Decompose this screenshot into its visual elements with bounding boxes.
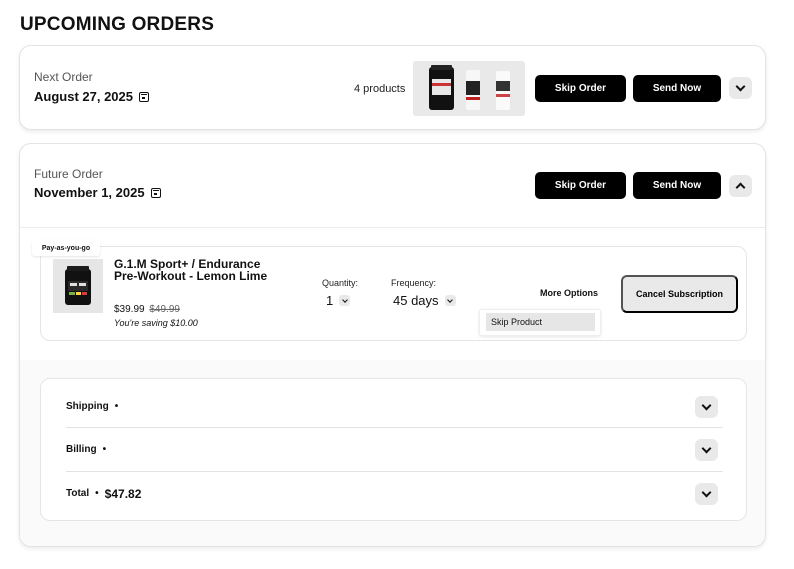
skip-product-option[interactable]: Skip Product bbox=[486, 313, 595, 331]
frequency-value: 45 days bbox=[393, 293, 439, 308]
product-thumbnails[interactable] bbox=[413, 61, 525, 116]
current-price: $39.99 bbox=[114, 304, 145, 315]
next-order-date-text: August 27, 2025 bbox=[34, 89, 133, 104]
collapse-future-order-button[interactable] bbox=[729, 175, 752, 197]
total-row[interactable]: Total • $47.82 bbox=[66, 472, 723, 515]
original-price: $49.99 bbox=[149, 304, 180, 315]
expand-next-order-button[interactable] bbox=[729, 77, 752, 99]
cancel-subscription-button[interactable]: Cancel Subscription bbox=[621, 275, 738, 313]
chevron-down-icon bbox=[701, 487, 712, 498]
future-order-date-text: November 1, 2025 bbox=[34, 185, 145, 200]
chevron-down-icon bbox=[701, 443, 712, 454]
skip-order-button[interactable]: Skip Order bbox=[535, 172, 626, 199]
billing-label: Billing bbox=[66, 444, 97, 455]
product-name[interactable]: G.1.M Sport+ / Endurance Pre-Workout - L… bbox=[114, 258, 269, 282]
order-summary: Shipping • Billing • Total • $47.82 bbox=[40, 378, 747, 521]
products-count: 4 products bbox=[354, 83, 406, 95]
calendar-icon[interactable] bbox=[150, 187, 161, 198]
product-image-graphic bbox=[53, 259, 103, 313]
product-price: $39.99 $49.99 bbox=[114, 304, 180, 315]
send-now-button[interactable]: Send Now bbox=[633, 75, 721, 102]
chevron-down-icon bbox=[444, 295, 456, 306]
expand-billing-button[interactable] bbox=[695, 439, 718, 461]
next-order-card: Next Order August 27, 2025 4 products Sk… bbox=[19, 45, 766, 130]
quantity-select[interactable]: 1 bbox=[326, 293, 351, 308]
expand-total-button[interactable] bbox=[695, 483, 718, 505]
separator-dot: • bbox=[102, 444, 107, 455]
more-options-menu: Skip Product bbox=[479, 309, 601, 336]
subscription-item: G.1.M Sport+ / Endurance Pre-Workout - L… bbox=[40, 246, 747, 341]
page-title: UPCOMING ORDERS bbox=[20, 14, 215, 35]
future-order-date: November 1, 2025 bbox=[34, 185, 161, 200]
chevron-down-icon bbox=[339, 295, 351, 306]
frequency-label: Frequency: bbox=[391, 278, 437, 288]
frequency-select[interactable]: 45 days bbox=[393, 293, 456, 308]
total-label: Total bbox=[66, 488, 90, 499]
separator-dot: • bbox=[114, 401, 119, 412]
next-order-label: Next Order bbox=[34, 70, 93, 84]
pay-as-you-go-badge: Pay-as-you-go bbox=[32, 240, 100, 256]
divider bbox=[20, 227, 765, 228]
next-order-date: August 27, 2025 bbox=[34, 89, 149, 104]
product-thumbnails-image bbox=[413, 61, 525, 116]
chevron-down-icon bbox=[735, 81, 746, 92]
send-now-button[interactable]: Send Now bbox=[633, 172, 721, 199]
shipping-label: Shipping bbox=[66, 401, 109, 412]
future-order-card: Future Order November 1, 2025 Skip Order… bbox=[19, 143, 766, 547]
skip-order-button[interactable]: Skip Order bbox=[535, 75, 626, 102]
expand-shipping-button[interactable] bbox=[695, 396, 718, 418]
billing-row[interactable]: Billing • bbox=[66, 428, 723, 471]
calendar-icon[interactable] bbox=[139, 91, 149, 102]
product-image[interactable] bbox=[53, 259, 103, 313]
quantity-label: Quantity: bbox=[322, 278, 359, 288]
separator-dot: • bbox=[95, 488, 99, 499]
total-value: $47.82 bbox=[104, 486, 142, 501]
quantity-value: 1 bbox=[326, 293, 334, 308]
shipping-row[interactable]: Shipping • bbox=[66, 385, 723, 428]
chevron-down-icon bbox=[701, 400, 712, 411]
future-order-label: Future Order bbox=[34, 167, 103, 181]
chevron-up-icon bbox=[735, 182, 746, 193]
savings-text: You're saving $10.00 bbox=[114, 318, 198, 328]
more-options-button[interactable]: More Options bbox=[540, 288, 598, 298]
